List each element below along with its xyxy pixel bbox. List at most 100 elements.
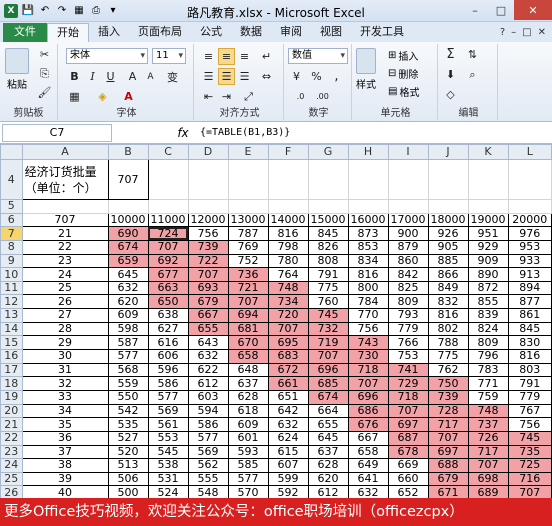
data-cell[interactable]: 612 [307,485,349,498]
grid-cell[interactable] [187,199,229,214]
row-input-cell[interactable]: 27 [21,308,109,323]
ribbon-restore-icon[interactable]: □ [522,27,531,38]
decrease-decimal-icon[interactable]: .00 [314,88,331,105]
data-cell[interactable]: 524 [147,485,189,498]
data-cell[interactable]: 612 [187,376,229,391]
find-select-icon[interactable]: ⌕ [464,66,481,83]
grid-cell[interactable] [307,199,349,214]
data-cell[interactable]: 598 [107,321,149,337]
phonetic-icon[interactable]: 变 [164,68,181,85]
data-cell[interactable]: 730 [347,349,389,364]
data-cell[interactable]: 681 [227,321,269,337]
form-icon[interactable]: ▦ [72,4,86,18]
data-cell[interactable]: 697 [427,444,469,460]
data-cell[interactable]: 845 [507,321,552,337]
data-cell[interactable]: 951 [467,226,509,241]
table-header-cell[interactable]: 11000 [147,212,189,228]
row-header[interactable]: 7 [0,226,23,241]
data-cell[interactable]: 674 [107,239,149,255]
row-input-cell[interactable]: 37 [21,444,109,460]
row-header[interactable]: 23 [0,444,23,460]
tab-7[interactable]: 视图 [311,23,351,42]
data-cell[interactable]: 800 [347,280,389,296]
paste-button[interactable]: 粘贴 [5,48,29,91]
grid-cell[interactable] [387,159,429,200]
data-cell[interactable]: 756 [187,226,229,241]
tab-5[interactable]: 数据 [231,23,271,42]
grid-cell[interactable] [267,199,309,214]
data-cell[interactable]: 587 [107,335,149,351]
data-cell[interactable]: 672 [267,362,309,378]
row-input-cell[interactable]: 40 [21,485,109,498]
data-cell[interactable]: 745 [307,308,349,323]
close-icon[interactable]: ✕ [514,0,552,20]
grid-cell[interactable] [387,199,429,214]
save-icon[interactable]: 💾 [21,4,35,18]
data-cell[interactable]: 894 [507,280,552,296]
preview-icon[interactable]: ⎙ [89,4,103,18]
data-cell[interactable]: 679 [427,471,469,487]
table-header-cell[interactable]: 19000 [467,212,509,228]
column-header[interactable]: I [387,144,429,160]
data-cell[interactable]: 855 [467,294,509,310]
column-header[interactable]: G [307,144,349,160]
row-header[interactable]: 16 [0,349,23,364]
data-cell[interactable]: 658 [347,444,389,460]
data-cell[interactable]: 909 [467,253,509,269]
data-cell[interactable]: 520 [107,444,149,460]
wrap-text-icon[interactable]: ↵ [258,48,275,65]
data-cell[interactable]: 696 [307,362,349,378]
data-cell[interactable]: 861 [507,308,552,323]
data-cell[interactable]: 674 [307,389,349,405]
align-center-icon[interactable]: ☰ [218,68,235,85]
data-cell[interactable]: 632 [107,280,149,296]
data-cell[interactable]: 550 [107,389,149,405]
data-cell[interactable]: 725 [507,458,552,473]
data-cell[interactable]: 791 [507,376,552,391]
data-cell[interactable]: 753 [387,349,429,364]
data-cell[interactable]: 842 [387,267,429,282]
data-cell[interactable]: 707 [347,376,389,391]
align-right-icon[interactable]: ☰ [236,68,253,85]
data-cell[interactable]: 905 [427,239,469,255]
data-cell[interactable]: 716 [507,471,552,487]
data-cell[interactable]: 667 [347,430,389,446]
data-cell[interactable]: 651 [267,389,309,405]
grid-cell[interactable] [147,159,189,200]
data-cell[interactable]: 615 [267,444,309,460]
data-cell[interactable]: 762 [427,362,469,378]
data-cell[interactable]: 693 [187,280,229,296]
orientation-icon[interactable]: ⤢ [240,88,257,105]
redo-icon[interactable]: ↷ [55,4,69,18]
fill-color-icon[interactable]: ◈ [94,88,111,105]
data-cell[interactable]: 929 [467,239,509,255]
data-cell[interactable]: 873 [347,226,389,241]
grid-cell[interactable] [147,199,189,214]
data-cell[interactable]: 601 [227,430,269,446]
data-cell[interactable]: 779 [387,321,429,337]
data-cell[interactable]: 707 [267,321,309,337]
styles-button[interactable]: 样式 [356,48,376,91]
data-cell[interactable]: 593 [227,444,269,460]
data-cell[interactable]: 632 [187,349,229,364]
ribbon-close-icon[interactable]: ✕ [538,27,546,38]
data-cell[interactable]: 779 [507,389,552,405]
select-all-corner[interactable] [0,144,23,160]
format-painter-icon[interactable]: 🖌 [36,84,53,101]
data-cell[interactable]: 637 [227,376,269,391]
data-cell[interactable]: 569 [147,403,189,419]
data-cell[interactable]: 609 [107,308,149,323]
data-cell[interactable]: 627 [147,321,189,337]
row-input-cell[interactable]: 34 [21,403,109,419]
tab-6[interactable]: 审阅 [271,23,311,42]
column-header[interactable]: F [267,144,309,160]
data-cell[interactable]: 748 [267,280,309,296]
grid-cell[interactable] [467,199,509,214]
data-cell[interactable]: 728 [427,403,469,419]
grid-cell[interactable] [187,159,229,200]
data-cell[interactable]: 679 [187,294,229,310]
row-input-cell[interactable]: 29 [21,335,109,351]
data-cell[interactable]: 500 [107,485,149,498]
grid-cell[interactable] [307,159,349,200]
data-cell[interactable]: 632 [347,485,389,498]
